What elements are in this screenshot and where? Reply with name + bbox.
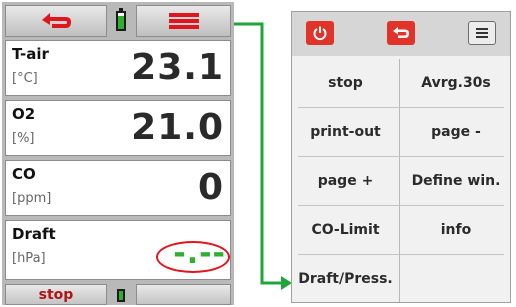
power-icon	[313, 26, 327, 41]
reading-name: T-air	[12, 45, 49, 63]
list-menu-button[interactable]	[468, 21, 496, 45]
measurement-screen: T-air [°C] 23.1 O2 [%] 21.0 CO [ppm] 0 D…	[2, 2, 234, 305]
menu-item-avrg-30s[interactable]: Avrg.30s	[402, 59, 510, 107]
menu-item-page-minus[interactable]: page -	[402, 108, 510, 156]
reading-name: CO	[12, 165, 36, 183]
reading-row-o2: O2 [%] 21.0	[5, 100, 231, 156]
reading-row-draft: Draft [hPa] -.--	[5, 220, 231, 280]
menu-item-stop[interactable]: stop	[292, 59, 400, 107]
bottom-bar: stop	[2, 283, 234, 305]
stop-button[interactable]: stop	[5, 284, 107, 305]
softkey-right-button[interactable]	[136, 284, 231, 305]
reading-name: O2	[12, 105, 36, 123]
menu-button[interactable]	[136, 5, 231, 37]
reading-unit: [%]	[12, 131, 35, 146]
menu-back-button[interactable]	[387, 21, 415, 45]
menu-item-info[interactable]: info	[402, 206, 510, 254]
menu-top-bar	[292, 12, 510, 56]
menu-item-co-limit[interactable]: CO-Limit	[292, 206, 400, 254]
hamburger-menu-icon	[168, 13, 199, 29]
list-menu-icon	[476, 28, 488, 38]
highlight-oval	[156, 241, 230, 273]
reading-unit: [°C]	[12, 71, 38, 86]
reading-unit: [hPa]	[12, 251, 46, 266]
power-button[interactable]	[306, 21, 334, 45]
reading-value: 23.1	[131, 47, 224, 88]
back-button[interactable]	[5, 5, 107, 37]
battery-icon	[116, 8, 126, 31]
battery-icon	[117, 289, 125, 302]
menu-item-draft-press[interactable]: Draft/Press.	[292, 255, 400, 302]
top-bar	[2, 2, 234, 40]
reading-value: 21.0	[131, 107, 224, 148]
menu-screen: stop Avrg.30s print-out page - page + De…	[291, 11, 511, 303]
reading-row-co: CO [ppm] 0	[5, 160, 231, 216]
reading-value: 0	[197, 167, 224, 208]
menu-item-empty	[402, 255, 510, 302]
reading-name: Draft	[12, 225, 56, 243]
undo-arrow-icon	[393, 27, 409, 38]
menu-item-page-plus[interactable]: page +	[292, 157, 400, 205]
menu-item-print-out[interactable]: print-out	[292, 108, 400, 156]
reading-row-t-air: T-air [°C] 23.1	[5, 40, 231, 96]
undo-arrow-icon	[42, 13, 71, 28]
reading-unit: [ppm]	[12, 191, 52, 206]
menu-item-define-win[interactable]: Define win.	[402, 157, 510, 205]
menu-grid: stop Avrg.30s print-out page - page + De…	[292, 59, 510, 302]
